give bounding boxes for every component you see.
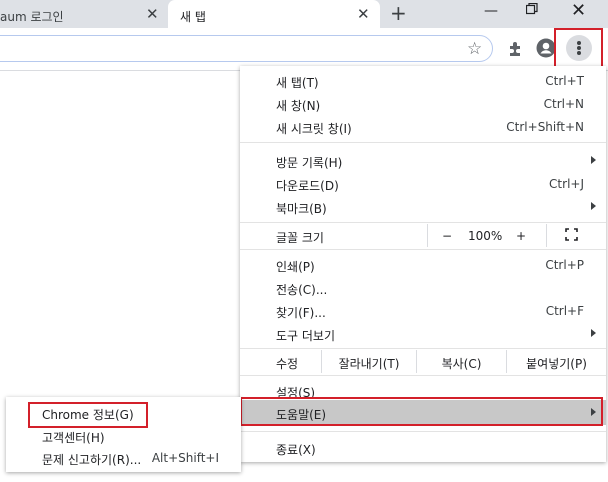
- zoom-level: 100%: [468, 229, 503, 243]
- menu-separator: [240, 249, 606, 250]
- menu-item-exit[interactable]: 종료(X): [240, 436, 606, 459]
- zoom-out-button[interactable]: −: [442, 229, 452, 243]
- menu-item-new-tab[interactable]: 새 탭(T) Ctrl+T: [240, 69, 606, 92]
- star-icon[interactable]: ☆: [467, 39, 482, 59]
- paste-label: 붙여넣기(P): [526, 357, 587, 371]
- menu-item-label: 종료(X): [276, 443, 316, 457]
- address-bar[interactable]: [0, 35, 493, 62]
- menu-item-label: 전송(C)...: [276, 283, 328, 297]
- menu-item-shortcut: Ctrl+N: [543, 97, 584, 111]
- menu-item-history[interactable]: 방문 기록(H): [240, 149, 606, 172]
- about-chrome-highlight: [28, 402, 148, 428]
- menu-item-shortcut: Ctrl+F: [545, 304, 584, 318]
- menu-item-shortcut: Ctrl+J: [549, 177, 584, 191]
- puzzle-icon[interactable]: [507, 40, 525, 58]
- fullscreen-icon[interactable]: [565, 228, 578, 244]
- menu-separator: [240, 222, 606, 223]
- menu-item-shortcut: Ctrl+P: [545, 258, 584, 272]
- menu-item-print[interactable]: 인쇄(P) Ctrl+P: [240, 253, 606, 276]
- minimize-icon[interactable]: —: [484, 3, 498, 19]
- close-icon[interactable]: ✕: [357, 5, 370, 23]
- menu-item-more-tools[interactable]: 도구 더보기: [240, 322, 606, 345]
- submenu-arrow-icon: [591, 202, 596, 210]
- paste-button[interactable]: 붙여넣기(P): [506, 350, 606, 373]
- cut-button[interactable]: 잘라내기(T): [321, 350, 416, 373]
- menu-item-new-window[interactable]: 새 창(N) Ctrl+N: [240, 92, 606, 115]
- menu-item-label: 도구 더보기: [276, 329, 336, 343]
- menu-item-cast[interactable]: 전송(C)...: [240, 276, 606, 299]
- zoom-in-button[interactable]: +: [516, 229, 526, 243]
- menu-item-label: 새 창(N): [276, 99, 321, 113]
- tab-title: aum 로그인: [0, 10, 64, 24]
- menu-item-label: 다운로드(D): [276, 179, 339, 193]
- tab-title: 새 탭: [180, 10, 206, 24]
- menu-item-shortcut: Ctrl+T: [545, 74, 584, 88]
- submenu-item-help-center[interactable]: 고객센터(H): [6, 425, 241, 447]
- tab-new-tab[interactable]: 새 탭 ✕: [168, 0, 380, 28]
- menu-separator: [240, 142, 606, 143]
- cut-label: 잘라내기(T): [338, 357, 400, 371]
- menu-item-edit: 수정 잘라내기(T) 복사(C) 붙여넣기(P): [240, 350, 606, 373]
- menu-item-shortcut: Ctrl+Shift+N: [506, 120, 584, 134]
- close-icon[interactable]: ✕: [146, 5, 159, 23]
- menu-item-label: 찾기(F)...: [276, 306, 326, 320]
- submenu-item-report-issue[interactable]: 문제 신고하기(R)... Alt+Shift+I: [6, 447, 241, 469]
- copy-button[interactable]: 복사(C): [416, 350, 506, 373]
- menu-item-label: 북마크(B): [276, 202, 327, 216]
- submenu-arrow-icon: [591, 329, 596, 337]
- help-highlight: [240, 397, 603, 426]
- new-tab-plus-icon[interactable]: +: [390, 1, 407, 25]
- menu-item-label: 수정: [276, 357, 299, 371]
- window-close-icon[interactable]: ✕: [571, 0, 586, 21]
- menu-item-downloads[interactable]: 다운로드(D) Ctrl+J: [240, 172, 606, 195]
- menu-item-label: 문제 신고하기(R)...: [42, 453, 142, 467]
- profile-icon[interactable]: [536, 38, 556, 58]
- menu-item-zoom: 글꼴 크기 − 100% +: [240, 224, 606, 247]
- menu-item-label: 새 탭(T): [276, 76, 319, 90]
- menu-item-label: 방문 기록(H): [276, 156, 343, 170]
- menu-item-label: 글꼴 크기: [276, 231, 324, 245]
- menu-separator: [240, 431, 606, 432]
- tab-daum-login[interactable]: aum 로그인 ✕: [0, 2, 166, 28]
- menu-separator: [240, 348, 606, 349]
- menu-item-incognito[interactable]: 새 시크릿 창(I) Ctrl+Shift+N: [240, 115, 606, 138]
- submenu-arrow-icon: [591, 156, 596, 164]
- copy-label: 복사(C): [441, 357, 482, 371]
- restore-icon[interactable]: [525, 2, 538, 15]
- menu-separator: [240, 375, 606, 376]
- menu-item-find[interactable]: 찾기(F)... Ctrl+F: [240, 299, 606, 322]
- menu-item-bookmarks[interactable]: 북마크(B): [240, 195, 606, 218]
- menu-item-label: 인쇄(P): [276, 260, 315, 274]
- menu-item-shortcut: Alt+Shift+I: [151, 451, 219, 465]
- menu-item-label: 새 시크릿 창(I): [276, 122, 352, 136]
- menu-item-label: 고객센터(H): [42, 431, 105, 445]
